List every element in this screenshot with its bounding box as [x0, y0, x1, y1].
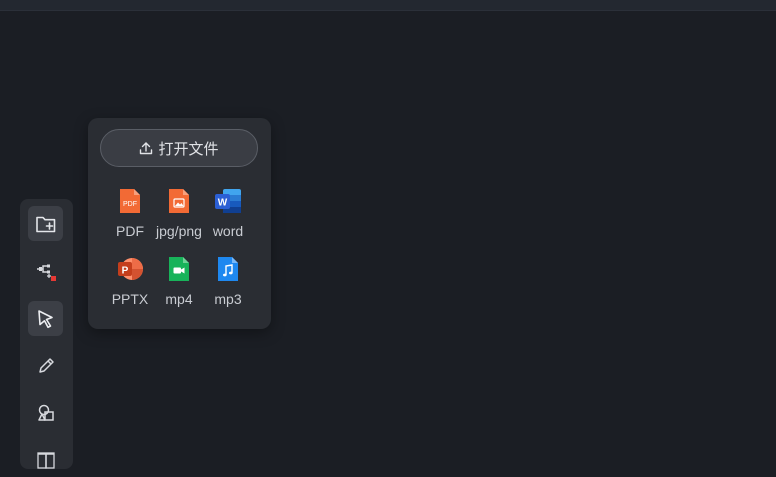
pdf-icon-text: PDF — [123, 201, 137, 208]
pdf-icon: PDF — [120, 189, 140, 213]
text-icon — [36, 451, 55, 469]
word-icon-text: W — [218, 198, 228, 209]
file-type-label: jpg/png — [156, 223, 202, 239]
add-folder-button[interactable] — [28, 206, 63, 241]
file-type-label: mp4 — [165, 291, 193, 307]
pen-tool-button[interactable] — [28, 348, 63, 383]
file-type-label: mp3 — [214, 291, 242, 307]
file-type-label: word — [212, 223, 244, 239]
open-file-label: 打开文件 — [158, 140, 219, 158]
video-file-icon — [169, 257, 189, 281]
file-type-word[interactable]: W word — [198, 186, 258, 246]
image-file-icon — [169, 189, 189, 213]
select-cursor-icon — [37, 309, 53, 328]
text-tool-button[interactable] — [28, 442, 63, 477]
shapes-icon — [37, 404, 54, 421]
mindmap-button[interactable] — [28, 253, 63, 288]
open-file-button[interactable]: 打开文件 — [100, 129, 258, 167]
mindmap-icon — [36, 264, 56, 281]
top-bar — [0, 0, 776, 11]
select-tool-button[interactable] — [28, 301, 63, 336]
notification-badge — [50, 275, 56, 281]
add-folder-icon — [35, 216, 55, 232]
word-icon: W — [215, 189, 241, 213]
pen-icon — [38, 357, 54, 373]
open-file-popover: 打开文件 PDF PDF jpg/png W word P PPTX mp4 m… — [88, 118, 271, 329]
file-type-label: PDF — [116, 223, 144, 239]
file-type-label: PPTX — [111, 291, 149, 307]
audio-file-icon — [218, 257, 238, 281]
shapes-tool-button[interactable] — [28, 395, 63, 430]
upload-icon — [140, 142, 153, 155]
left-toolbar — [20, 199, 73, 469]
powerpoint-icon: P — [118, 258, 143, 280]
powerpoint-icon-text: P — [122, 266, 129, 277]
file-type-mp3[interactable]: mp3 — [198, 254, 258, 314]
